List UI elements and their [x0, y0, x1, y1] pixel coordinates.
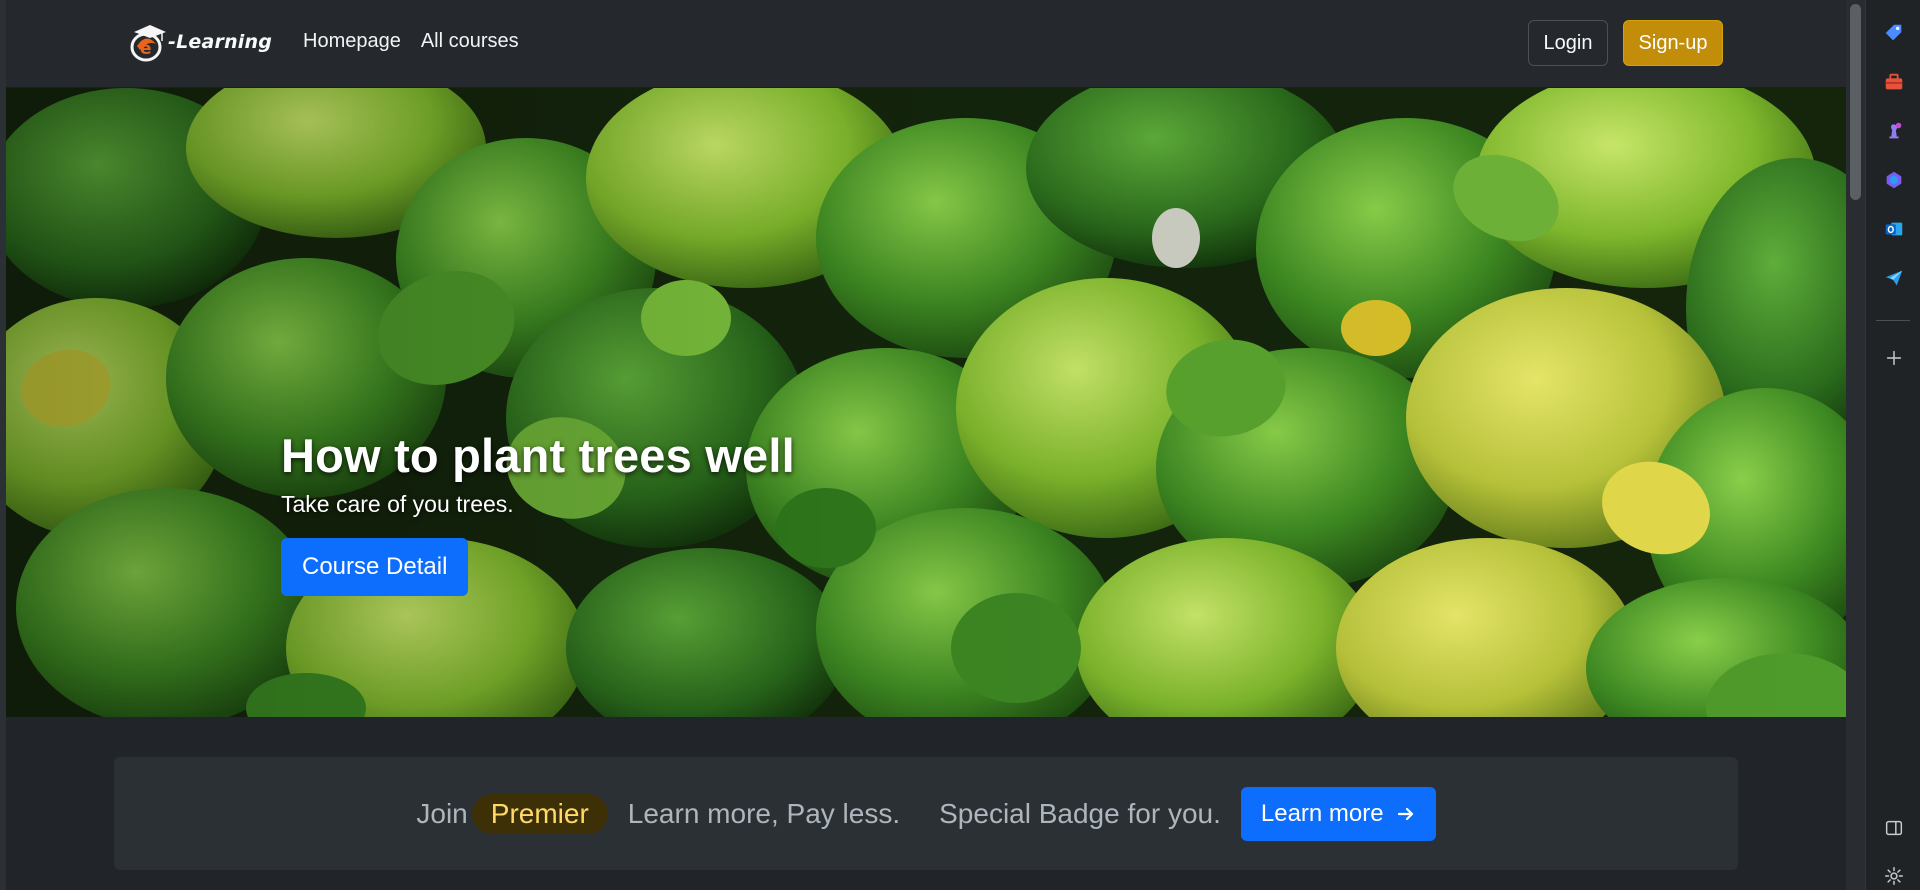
arrow-right-icon: [1397, 807, 1413, 820]
paper-plane-icon[interactable]: [1882, 266, 1906, 290]
page-viewport: e -Learning Homepage All courses Login S…: [6, 0, 1846, 890]
outlook-icon[interactable]: [1882, 217, 1906, 241]
browser-sidebar: [1865, 0, 1920, 890]
scrollbar-thumb[interactable]: [1850, 4, 1861, 200]
promo-learn-more-text: Learn more, Pay less.: [627, 797, 901, 829]
hero-plants-image: [6, 88, 1846, 717]
chess-icon[interactable]: [1882, 119, 1906, 143]
hero-caption: How to plant trees well Take care of you…: [281, 428, 795, 596]
learn-more-label: Learn more: [1260, 799, 1384, 827]
page-scrollbar[interactable]: [1846, 0, 1865, 890]
plus-icon[interactable]: [1882, 346, 1906, 370]
tag-icon[interactable]: [1882, 21, 1906, 45]
nav-link-all-courses[interactable]: All courses: [421, 30, 519, 53]
brand-link[interactable]: e -Learning: [128, 22, 272, 62]
premier-promo-banner: Join Premier Learn more, Pay less. Speci…: [114, 757, 1738, 870]
hero-carousel: How to plant trees well Take care of you…: [6, 88, 1846, 717]
promo-special-badge-text: Special Badge for you.: [939, 797, 1221, 829]
hero-subtitle: Take care of you trees.: [281, 491, 514, 517]
brand-name: -Learning: [168, 31, 273, 53]
settings-gear-icon[interactable]: [1882, 864, 1906, 888]
signup-button[interactable]: Sign-up: [1623, 20, 1723, 66]
premier-badge: Premier: [471, 793, 608, 834]
graduation-cap-e-logo-icon: e: [130, 25, 166, 62]
hero-title: How to plant trees well: [281, 429, 795, 482]
copilot-icon[interactable]: [1882, 168, 1906, 192]
login-button[interactable]: Login: [1528, 20, 1608, 66]
nav-links: Homepage All courses: [303, 30, 519, 53]
learn-more-button[interactable]: Learn more: [1240, 786, 1436, 841]
sidebar-toggle-icon[interactable]: [1882, 816, 1906, 840]
nav-link-homepage[interactable]: Homepage: [303, 30, 401, 53]
toolbox-icon[interactable]: [1882, 70, 1906, 94]
top-navbar: e -Learning Homepage All courses Login S…: [6, 0, 1846, 88]
course-detail-button[interactable]: Course Detail: [281, 538, 469, 596]
svg-text:e: e: [140, 39, 152, 59]
sidebar-divider: [1876, 320, 1910, 321]
promo-join-text: Join: [416, 797, 468, 829]
